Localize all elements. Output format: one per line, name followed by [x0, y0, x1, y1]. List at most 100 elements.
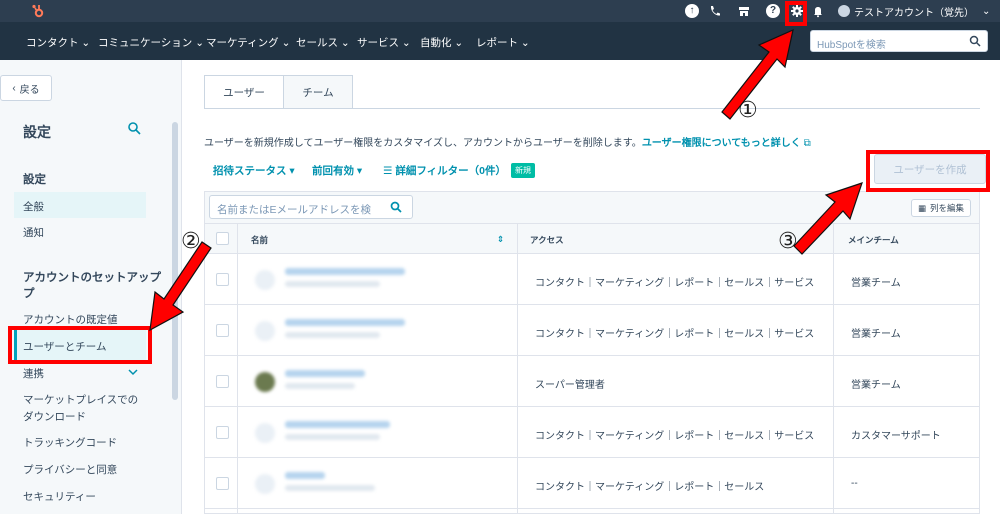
search-icon[interactable]: [969, 35, 981, 47]
column-header-access[interactable]: アクセス: [530, 234, 564, 246]
tab-users[interactable]: ユーザー: [204, 75, 284, 109]
table-row[interactable]: コンタクト｜マーケティング｜レポート｜セールス｜サービス カスタマーサポート: [205, 407, 979, 458]
hubspot-logo-icon[interactable]: [30, 3, 46, 19]
row-team: 営業チーム: [851, 329, 901, 340]
row-team: 営業チーム: [851, 278, 901, 289]
edit-columns-button[interactable]: ▦ 列を編集: [911, 199, 972, 217]
user-name-blurred[interactable]: [285, 268, 405, 275]
table-row[interactable]: コンタクト｜マーケティング｜レポート｜セールス --: [205, 458, 979, 509]
nav-automation[interactable]: 自動化 ⌄: [420, 35, 463, 50]
chevron-left-icon: ‹: [12, 82, 16, 94]
global-search-placeholder: HubSpotを検索: [817, 40, 886, 51]
row-team: --: [851, 478, 858, 489]
row-access: コンタクト｜マーケティング｜レポート｜セールス｜サービス: [535, 431, 815, 442]
annotation-number-3: ③: [778, 229, 798, 254]
avatar: [838, 5, 850, 17]
annotation-number-1: ①: [738, 98, 758, 123]
row-checkbox[interactable]: [216, 375, 229, 388]
help-icon[interactable]: ?: [766, 4, 780, 18]
table-search-placeholder: 名前またはEメールアドレスを検: [217, 204, 372, 216]
row-access: コンタクト｜マーケティング｜レポート｜セールス｜サービス: [535, 329, 815, 340]
chevron-down-icon[interactable]: [128, 367, 138, 377]
row-access: コンタクト｜マーケティング｜レポート｜セールス: [535, 482, 765, 493]
account-name: テストアカウント（覚先）: [854, 7, 974, 19]
avatar: [255, 372, 275, 392]
nav-service[interactable]: サービス ⌄: [357, 35, 411, 50]
sidebar-item-marketplace-line2[interactable]: ダウンロード: [23, 409, 86, 424]
back-button-label: 戻る: [19, 84, 40, 96]
tab-teams[interactable]: チーム: [283, 75, 353, 109]
users-table: 名前またはEメールアドレスを検 ▦ 列を編集 名前 ⇕ アクセス メインチーム …: [204, 191, 980, 514]
column-divider: [237, 224, 238, 514]
learn-more-link[interactable]: ユーザー権限についてもっと詳しく: [642, 138, 801, 149]
table-row[interactable]: スーパー管理者 営業チーム: [205, 356, 979, 407]
nav-sales[interactable]: セールス ⌄: [296, 35, 350, 50]
filter-last-active[interactable]: 前回有効 ▾: [312, 163, 362, 178]
user-name-blurred[interactable]: [285, 421, 390, 428]
edit-columns-label: 列を編集: [930, 203, 965, 213]
global-search-input[interactable]: HubSpotを検索: [810, 30, 988, 52]
nav-conversations[interactable]: コミュニケーション ⌄: [98, 35, 204, 50]
table-toolbar: 名前またはEメールアドレスを検 ▦ 列を編集: [205, 192, 979, 224]
row-team: 営業チーム: [851, 380, 901, 391]
tab-users-label: ユーザー: [223, 86, 265, 99]
sort-icon[interactable]: ⇕: [497, 234, 504, 245]
sidebar-item-account-defaults[interactable]: アカウントの既定値: [23, 312, 118, 327]
back-button[interactable]: ‹ 戻る: [0, 75, 52, 101]
row-checkbox[interactable]: [216, 324, 229, 337]
sidebar-item-integrations[interactable]: 連携: [23, 366, 44, 381]
row-checkbox[interactable]: [216, 426, 229, 439]
sidebar-item-general[interactable]: 全般: [23, 199, 44, 214]
nav-reports[interactable]: レポート ⌄: [476, 35, 530, 50]
row-checkbox[interactable]: [216, 273, 229, 286]
sidebar-item-tracking-code[interactable]: トラッキングコード: [23, 435, 117, 450]
table-search-input[interactable]: 名前またはEメールアドレスを検: [209, 195, 413, 219]
user-name-blurred[interactable]: [285, 370, 365, 377]
new-badge: 新規: [511, 163, 535, 178]
row-checkbox[interactable]: [216, 477, 229, 490]
table-row[interactable]: コンタクト｜マーケティング｜レポート｜セールス｜サービス 営業チーム: [205, 305, 979, 356]
tab-divider: [204, 108, 980, 109]
sidebar-section-account-setup-line2: プ: [23, 288, 35, 300]
highlight-create-user-box: [866, 150, 990, 192]
column-header-team[interactable]: メインチーム: [848, 234, 899, 246]
user-email-blurred: [285, 383, 355, 389]
sidebar-item-security[interactable]: セキュリティー: [23, 489, 96, 504]
settings-sidebar: ‹ 戻る 設定 設定 全般 通知 アカウントのセットアップ プ アカウントの既定…: [0, 60, 182, 514]
user-name-blurred[interactable]: [285, 472, 325, 479]
upgrade-icon[interactable]: ↑: [685, 4, 699, 18]
external-link-icon[interactable]: ⧉: [804, 138, 811, 149]
notifications-bell-icon[interactable]: [811, 4, 825, 18]
filter-advanced-label: 詳細フィルター（0件）: [395, 165, 506, 177]
sidebar-scrollbar[interactable]: [172, 122, 178, 400]
highlight-users-teams-box: [8, 326, 152, 364]
column-header-name[interactable]: 名前: [251, 234, 268, 246]
page-description: ユーザーを新規作成してユーザー権限をカスタマイズし、アカウントからユーザーを削除…: [204, 134, 811, 149]
nav-marketing[interactable]: マーケティング ⌄: [206, 35, 290, 50]
avatar: [255, 270, 275, 290]
row-access: スーパー管理者: [535, 380, 605, 391]
search-icon[interactable]: [390, 201, 402, 213]
highlight-settings-box: [785, 1, 807, 26]
avatar: [255, 321, 275, 341]
row-access: コンタクト｜マーケティング｜レポート｜セールス｜サービス: [535, 278, 815, 289]
tab-teams-label: チーム: [302, 86, 334, 99]
marketplace-icon[interactable]: [737, 4, 751, 18]
table-row[interactable]: コンタクト｜マーケティング｜レポート｜セールス｜サービス 営業チーム: [205, 254, 979, 305]
filter-invite-status[interactable]: 招待ステータス ▾: [213, 163, 295, 178]
columns-icon: ▦: [918, 202, 927, 213]
account-menu[interactable]: テストアカウント（覚先） ⌄: [838, 3, 990, 19]
user-name-blurred[interactable]: [285, 319, 405, 326]
select-all-checkbox[interactable]: [216, 232, 229, 245]
avatar: [255, 474, 275, 494]
sidebar-item-marketplace[interactable]: マーケットプレイスでの: [23, 392, 138, 407]
filter-advanced[interactable]: ☰ 詳細フィルター（0件）: [383, 163, 506, 178]
sidebar-search-icon[interactable]: [127, 121, 141, 135]
user-email-blurred: [285, 434, 380, 440]
calling-icon[interactable]: [708, 4, 722, 18]
sidebar-item-notifications[interactable]: 通知: [23, 225, 44, 240]
user-email-blurred: [285, 281, 380, 287]
nav-contacts[interactable]: コンタクト ⌄: [26, 35, 90, 50]
sidebar-item-privacy[interactable]: プライバシーと同意: [23, 462, 117, 477]
filter-icon: ☰: [383, 165, 393, 177]
